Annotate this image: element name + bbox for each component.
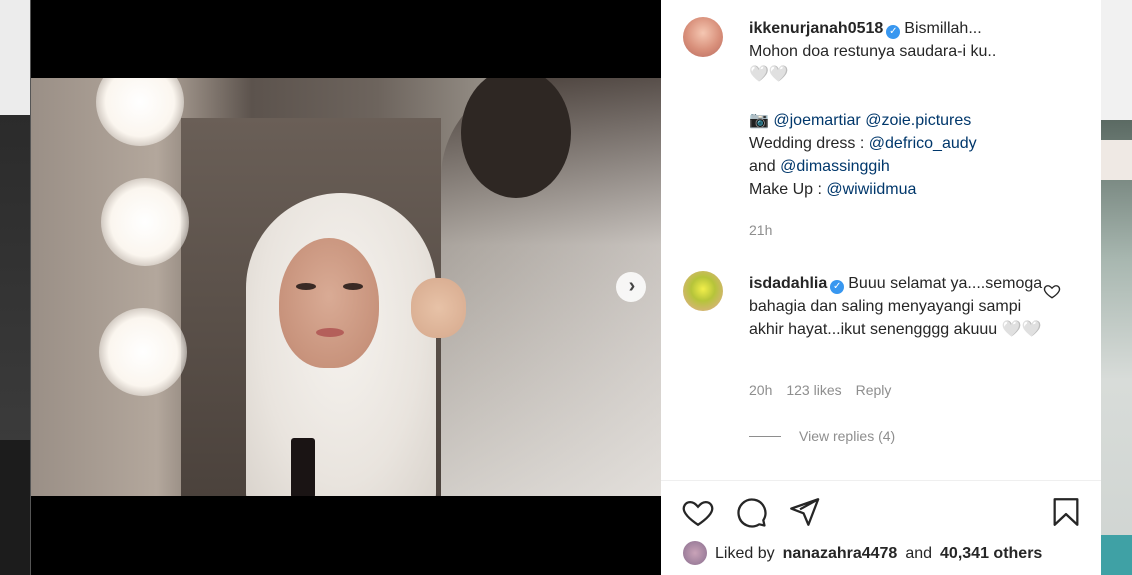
author-avatar[interactable] <box>683 17 723 57</box>
liker-avatar[interactable] <box>683 541 707 565</box>
post-caption: ikkenurjanah0518 ✓ Bismillah... Mohon doa … <box>749 17 1079 201</box>
next-photo-button[interactable]: › <box>616 272 646 302</box>
commenter-username[interactable]: isdadahlia <box>749 275 827 292</box>
caption-label: and <box>749 158 776 175</box>
photo-eye <box>343 283 363 290</box>
mention-link[interactable]: @joemartiar <box>773 112 860 129</box>
heart-icon[interactable] <box>1043 282 1061 300</box>
verified-badge-icon: ✓ <box>886 25 901 39</box>
mention-link[interactable]: @defrico_audy <box>869 135 977 152</box>
caption-line: Mohon doa restunya saudara-i ku.. <box>749 43 997 60</box>
liker-username[interactable]: nanazahra4478 <box>783 542 898 565</box>
post-media: › <box>31 0 661 575</box>
photo-bulb <box>99 308 187 396</box>
author-username[interactable]: ikkenurjanah0518 <box>749 20 883 37</box>
mention-link[interactable]: @dimassinggih <box>780 158 890 175</box>
likes-count[interactable]: 40,341 others <box>940 542 1042 565</box>
paper-plane-icon[interactable] <box>787 495 821 529</box>
chevron-right-icon: › <box>628 274 636 297</box>
post-timestamp[interactable]: 21h <box>749 222 772 238</box>
bookmark-icon[interactable] <box>1049 495 1083 529</box>
divider-line <box>749 435 781 437</box>
caption-label: Wedding dress : <box>749 135 865 152</box>
view-replies-button[interactable]: View replies (4) <box>749 428 895 444</box>
background-right-strip <box>1100 0 1132 575</box>
mention-link[interactable]: @zoie.pictures <box>865 112 971 129</box>
photo-bulb <box>101 178 189 266</box>
comment-timestamp[interactable]: 20h <box>749 382 772 398</box>
likes-middle: and <box>905 544 933 562</box>
photo-eye <box>296 283 316 290</box>
comment: isdadahlia ✓ Buuu selamat ya....semoga bah… <box>749 272 1049 341</box>
view-replies-label: View replies (4) <box>799 428 896 444</box>
photo-bulb <box>96 78 184 146</box>
caption-line: Bismillah... <box>904 20 982 37</box>
caption-line: 🤍🤍 <box>749 66 789 83</box>
camera-icon: 📷 <box>749 112 769 129</box>
background-left-strip <box>0 0 30 575</box>
comment-likes[interactable]: 123 likes <box>786 382 841 398</box>
photo-lips <box>316 328 344 337</box>
comment-icon[interactable] <box>734 495 768 529</box>
verified-badge-icon: ✓ <box>830 280 845 294</box>
likes-summary: Liked by nanazahra4478 and 40,341 others <box>683 541 1042 565</box>
photo-artist-hand <box>411 278 466 338</box>
comment-meta: 20h 123 likes Reply <box>749 382 891 398</box>
photo-bride-face <box>279 238 379 368</box>
likes-prefix: Liked by <box>715 544 775 562</box>
caption-label: Make Up : <box>749 181 822 198</box>
background-signage <box>1100 140 1132 180</box>
commenter-avatar[interactable] <box>683 271 723 311</box>
mention-link[interactable]: @wiwiidmua <box>826 181 916 198</box>
background-teal-block <box>1100 535 1132 575</box>
heart-icon[interactable] <box>681 495 715 529</box>
post-actions: Liked by nanazahra4478 and 40,341 others <box>661 480 1101 575</box>
post-sidebar: ikkenurjanah0518 ✓ Bismillah... Mohon doa … <box>661 0 1101 575</box>
reply-button[interactable]: Reply <box>856 382 892 398</box>
post-modal: › ikkenurjanah0518 ✓ Bismillah... Mohon do… <box>31 0 1101 575</box>
photo-bottle <box>291 438 315 496</box>
post-photo[interactable] <box>31 78 661 496</box>
